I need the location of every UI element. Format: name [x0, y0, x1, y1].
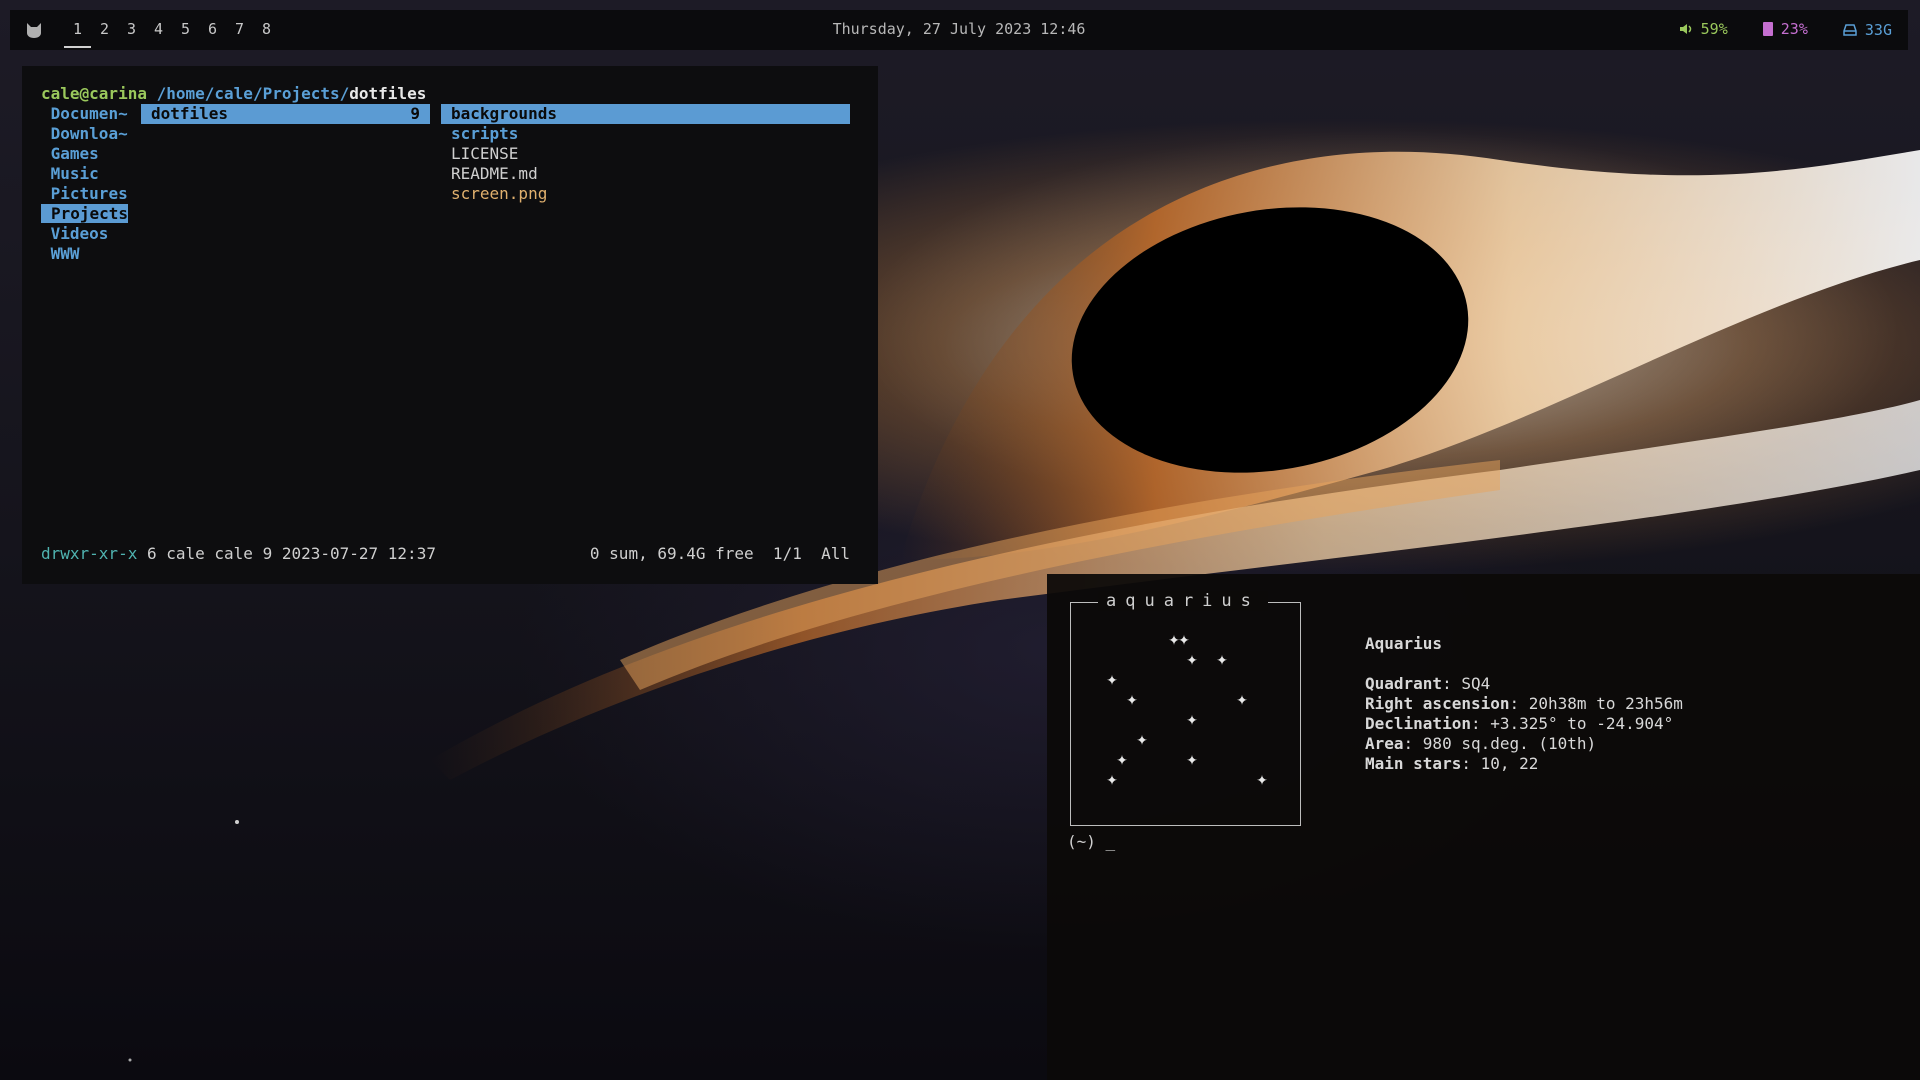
workspace-switcher: 12345678 — [64, 10, 280, 50]
cat-logo-icon[interactable] — [25, 21, 43, 39]
info-row: Area: 980 sq.deg. (10th) — [1365, 734, 1597, 753]
info-row: Main stars: 10, 22 — [1365, 754, 1539, 773]
current-item-count: 9 — [410, 104, 420, 123]
clock[interactable]: Thursday, 27 July 2023 12:46 — [10, 10, 1908, 48]
star-icon: ✦ — [1236, 693, 1248, 709]
fm-header: cale@carina /home/cale/Projects/dotfiles — [41, 84, 426, 104]
star-icon: ✦ — [1106, 773, 1118, 789]
parent-item[interactable]: Pictures — [41, 184, 131, 204]
top-status-bar: 12345678 Thursday, 27 July 2023 12:46 59… — [10, 10, 1908, 50]
parent-item[interactable]: Games — [41, 144, 131, 164]
hard-drive-icon — [1843, 24, 1857, 36]
user-host: cale@carina — [41, 84, 147, 103]
file-manager-window[interactable]: cale@carina /home/cale/Projects/dotfiles… — [22, 66, 878, 584]
path-current: dotfiles — [349, 84, 427, 103]
star-icon: ✦ — [1116, 753, 1128, 769]
star-icon: ✦ — [1186, 713, 1198, 729]
star-icon: ✦ — [1186, 653, 1198, 669]
preview-item[interactable]: screen.png — [441, 184, 850, 204]
star-icon: ✦ — [1136, 733, 1148, 749]
path-prefix: /home/cale/Projects/ — [156, 84, 350, 103]
workspace-3[interactable]: 3 — [118, 10, 145, 48]
workspace-8[interactable]: 8 — [253, 10, 280, 48]
permissions: drwxr-xr-x — [41, 544, 138, 563]
workspace-6[interactable]: 6 — [199, 10, 226, 48]
star-icon: ✦ — [1178, 633, 1190, 649]
memory-indicator[interactable]: 23% — [1762, 10, 1808, 48]
parent-column: Documen~ Downloa~ Games Music Pictures P… — [41, 104, 131, 264]
workspace-1[interactable]: 1 — [64, 12, 91, 48]
constellation-info: Aquarius Quadrant: SQ4 Right ascension: … — [1365, 634, 1683, 774]
disk-value: 33G — [1864, 21, 1892, 39]
preview-item[interactable]: scripts — [441, 124, 850, 144]
info-row: Declination: +3.325° to -24.904° — [1365, 714, 1674, 733]
constellation-title: aquarius — [1098, 591, 1268, 611]
info-title: Aquarius — [1365, 634, 1443, 653]
star-icon: ✦ — [1186, 753, 1198, 769]
parent-item[interactable]: WWW — [41, 244, 131, 264]
volume-value: 59% — [1700, 20, 1728, 38]
system-tray: 59% 23% 33G — [1653, 10, 1892, 50]
workspace-4[interactable]: 4 — [145, 10, 172, 48]
preview-item[interactable]: LICENSE — [441, 144, 850, 164]
parent-item[interactable]: Documen~ — [41, 104, 131, 124]
volume-indicator[interactable]: 59% — [1679, 10, 1728, 48]
disk-indicator[interactable]: 33G — [1843, 11, 1892, 49]
current-column: dotfiles 9 — [141, 104, 430, 124]
fm-status-right: 0 sum, 69.4G free 1/1 All — [589, 544, 850, 563]
parent-item-selected[interactable]: Projects — [41, 204, 131, 224]
fm-status-left: drwxr-xr-x 6 cale cale 9 2023-07-27 12:3… — [41, 544, 436, 564]
workspace-7[interactable]: 7 — [226, 10, 253, 48]
current-item-selected[interactable]: dotfiles 9 — [141, 104, 430, 124]
file-meta: 6 cale cale 9 2023-07-27 12:37 — [146, 544, 436, 563]
star-icon: ✦ — [1256, 773, 1268, 789]
terminal-window[interactable]: aquarius ✦ ✦ ✦ ✦ ✦ ✦ ✦ ✦ ✦ ✦ ✦ ✦ ✦ Aquarius Q… — [1047, 574, 1920, 1080]
info-row: Right ascension: 20h38m to 23h56m — [1365, 694, 1683, 713]
star-icon: ✦ — [1216, 653, 1228, 669]
parent-item[interactable]: Music — [41, 164, 131, 184]
parent-item[interactable]: Videos — [41, 224, 131, 244]
constellation-art: aquarius ✦ ✦ ✦ ✦ ✦ ✦ ✦ ✦ ✦ ✦ ✦ ✦ ✦ — [1070, 591, 1301, 826]
parent-item[interactable]: Downloa~ — [41, 124, 131, 144]
constellation-stars: ✦✦ ✦ ✦ ✦ ✦ ✦ ✦ ✦ ✦ ✦ ✦ ✦ — [1106, 633, 1268, 789]
memory-icon — [1762, 22, 1773, 36]
memory-value: 23% — [1780, 20, 1808, 38]
star-icon: ✦ — [1126, 693, 1138, 709]
preview-column: backgrounds scripts LICENSE README.md sc… — [441, 104, 850, 204]
preview-item-selected[interactable]: backgrounds — [441, 104, 850, 124]
preview-item[interactable]: README.md — [441, 164, 850, 184]
shell-prompt[interactable]: (~) _ — [1067, 832, 1115, 851]
info-row: Quadrant: SQ4 — [1365, 674, 1491, 693]
workspace-2[interactable]: 2 — [91, 10, 118, 48]
star-icon: ✦ — [1106, 673, 1118, 689]
current-item-name: dotfiles — [151, 104, 229, 123]
speaker-icon — [1679, 24, 1691, 34]
workspace-5[interactable]: 5 — [172, 10, 199, 48]
